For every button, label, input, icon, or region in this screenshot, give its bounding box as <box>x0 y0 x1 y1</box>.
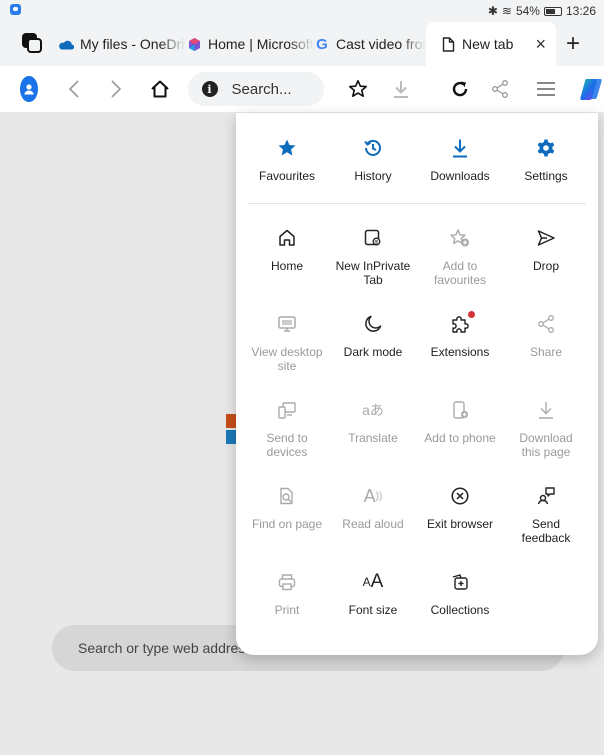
address-bar[interactable]: i Search... <box>187 72 324 106</box>
home-icon <box>274 225 300 251</box>
menu-drop[interactable]: Drop <box>505 225 587 273</box>
status-right: ✱ ≋ 54% 13:26 <box>488 4 596 18</box>
menu-share[interactable]: Share <box>505 311 587 359</box>
onedrive-icon <box>58 36 74 52</box>
menu-divider <box>248 203 586 204</box>
address-text: Search... <box>231 80 292 98</box>
microsoft-365-icon <box>186 36 202 52</box>
new-tab-button[interactable]: + <box>566 30 580 58</box>
tab-switcher-button[interactable] <box>22 33 44 55</box>
menu-favourites[interactable]: Favourites <box>246 135 328 183</box>
star-add-icon <box>447 225 473 251</box>
gear-icon <box>533 135 559 161</box>
find-icon <box>274 483 300 509</box>
tab-title: New tab <box>462 36 514 52</box>
read-aloud-icon: A)) <box>363 485 383 506</box>
page-icon <box>440 36 456 52</box>
google-icon: G <box>316 35 328 53</box>
devices-icon <box>274 397 300 423</box>
status-left <box>10 4 21 18</box>
feedback-icon <box>533 483 559 509</box>
menu-view-desktop-site[interactable]: View desktop site <box>246 311 328 373</box>
menu-download-this-page[interactable]: Download this page <box>505 397 587 459</box>
translate-icon: aあ <box>362 402 384 418</box>
reload-button[interactable] <box>450 79 470 99</box>
download-button[interactable] <box>392 79 410 99</box>
wifi-icon: ≋ <box>501 4 512 18</box>
download-page-icon <box>533 397 559 423</box>
menu-settings[interactable]: Settings <box>505 135 587 183</box>
menu-read-aloud[interactable]: A)) Read aloud <box>332 483 414 532</box>
puzzle-icon <box>447 311 475 337</box>
status-bar: ✱ ≋ 54% 13:26 <box>0 0 604 22</box>
back-button[interactable] <box>68 80 80 98</box>
battery-icon <box>543 6 562 16</box>
menu-collections[interactable]: Collections <box>419 569 501 617</box>
tab-cast-video[interactable]: G Cast video from <box>314 22 426 66</box>
print-icon <box>274 569 300 595</box>
phone-add-icon <box>447 397 473 423</box>
download-icon <box>447 135 473 161</box>
share-icon <box>533 311 559 337</box>
forward-button[interactable] <box>110 80 122 98</box>
menu-add-to-favourites[interactable]: Add to favourites <box>419 225 501 287</box>
home-button[interactable] <box>150 79 170 99</box>
info-icon[interactable]: i <box>201 81 218 97</box>
favourite-star-button[interactable] <box>348 79 368 99</box>
menu-downloads[interactable]: Downloads <box>419 135 501 183</box>
clock: 13:26 <box>565 4 596 18</box>
tab-title-wrap: New tab <box>440 36 513 52</box>
hamburger-menu-button[interactable] <box>536 81 556 97</box>
menu-add-to-phone[interactable]: Add to phone <box>419 397 501 445</box>
menu-send-feedback[interactable]: Send feedback <box>505 483 587 545</box>
share-icon[interactable] <box>490 79 510 99</box>
toolbar: i Search... <box>0 66 604 112</box>
tab-onedrive[interactable]: My files - OneDrive <box>58 22 186 66</box>
menu-translate[interactable]: aあ Translate <box>332 397 414 445</box>
overflow-menu: Favourites History Downloads Settings Ho… <box>236 113 598 655</box>
moon-icon <box>360 311 386 337</box>
menu-print[interactable]: Print <box>246 569 328 617</box>
bluetooth-icon: ✱ <box>487 4 498 18</box>
desktop-icon <box>274 311 300 337</box>
star-icon <box>274 135 300 161</box>
tab-microsoft-home[interactable]: Home | Microsoft <box>186 22 314 66</box>
collections-icon <box>447 569 473 595</box>
inprivate-icon <box>360 225 386 251</box>
menu-dark-mode[interactable]: Dark mode <box>332 311 414 359</box>
menu-font-size[interactable]: AA Font size <box>332 569 414 617</box>
app-notification-icon <box>10 4 21 15</box>
menu-extensions[interactable]: Extensions <box>419 311 501 359</box>
menu-find-on-page[interactable]: Find on page <box>246 483 328 531</box>
tab-strip: My files - OneDrive Home | Microsoft G C… <box>0 22 604 66</box>
notification-dot <box>468 311 475 318</box>
exit-icon <box>447 483 473 509</box>
copilot-icon[interactable] <box>578 76 604 102</box>
menu-history[interactable]: History <box>332 135 414 183</box>
menu-home[interactable]: Home <box>246 225 328 273</box>
font-size-icon: AA <box>362 571 384 592</box>
tab-new-tab[interactable]: New tab × <box>426 22 556 66</box>
menu-send-to-devices[interactable]: Send to devices <box>246 397 328 459</box>
menu-new-inprivate-tab[interactable]: New InPrivate Tab <box>332 225 414 287</box>
send-icon <box>533 225 559 251</box>
menu-exit-browser[interactable]: Exit browser <box>419 483 501 531</box>
history-icon <box>360 135 386 161</box>
battery-percent: 54% <box>515 4 540 18</box>
page-search-placeholder: Search or type web address <box>78 640 253 656</box>
close-tab-icon[interactable]: × <box>535 34 546 55</box>
profile-avatar[interactable] <box>20 76 38 102</box>
